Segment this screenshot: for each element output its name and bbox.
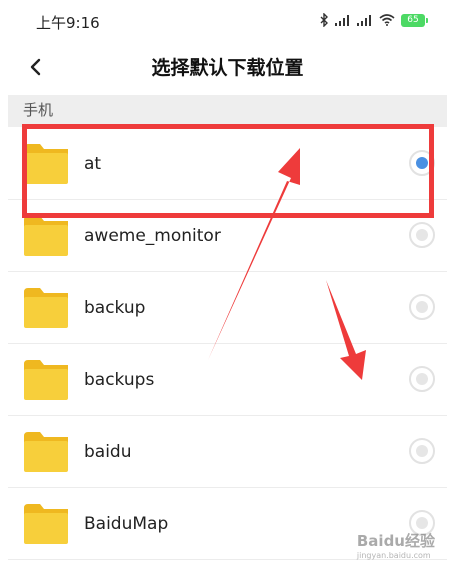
folder-icon xyxy=(24,360,68,400)
folder-name: BaiduMap xyxy=(84,514,169,534)
radio-button[interactable] xyxy=(409,366,435,392)
folder-name: backups xyxy=(84,370,155,390)
battery-icon: 65 xyxy=(401,13,428,27)
folder-icon xyxy=(24,432,68,472)
radio-button[interactable] xyxy=(409,294,435,320)
signal-icon xyxy=(357,14,373,26)
folder-row[interactable]: baidu xyxy=(8,416,447,488)
folder-row[interactable]: backup xyxy=(8,272,447,344)
folder-row[interactable]: backups xyxy=(8,344,447,416)
folder-list: at aweme_monitor backup backups baidu Ba… xyxy=(8,128,447,560)
folder-icon xyxy=(24,216,68,256)
radio-button[interactable] xyxy=(409,150,435,176)
page-title: 选择默认下载位置 xyxy=(151,57,304,79)
bluetooth-icon xyxy=(320,13,329,27)
folder-name: aweme_monitor xyxy=(84,226,221,246)
watermark-text: Baidu经验 xyxy=(356,532,435,550)
status-icons: 65 xyxy=(320,13,428,27)
wifi-icon xyxy=(379,14,395,26)
folder-icon xyxy=(24,288,68,328)
watermark: Baidu经验 jingyan.baidu.com xyxy=(357,530,435,560)
folder-icon xyxy=(24,144,68,184)
folder-row[interactable]: at xyxy=(8,128,447,200)
folder-row[interactable]: aweme_monitor xyxy=(8,200,447,272)
section-header: 手机 xyxy=(8,95,447,127)
radio-button[interactable] xyxy=(409,438,435,464)
radio-button[interactable] xyxy=(409,222,435,248)
folder-name: baidu xyxy=(84,442,132,462)
status-bar: 上午9:16 65 xyxy=(0,0,455,42)
folder-name: at xyxy=(84,154,102,174)
app-header: 选择默认下载位置 xyxy=(0,42,455,94)
watermark-url: jingyan.baidu.com xyxy=(356,551,431,560)
screen: 上午9:16 65 选择默认下载位置 手机 at aweme_monitor b… xyxy=(0,0,455,564)
folder-icon xyxy=(24,504,68,544)
folder-name: backup xyxy=(84,298,146,318)
status-time: 上午9:16 xyxy=(36,14,100,32)
signal-icon xyxy=(335,14,351,26)
